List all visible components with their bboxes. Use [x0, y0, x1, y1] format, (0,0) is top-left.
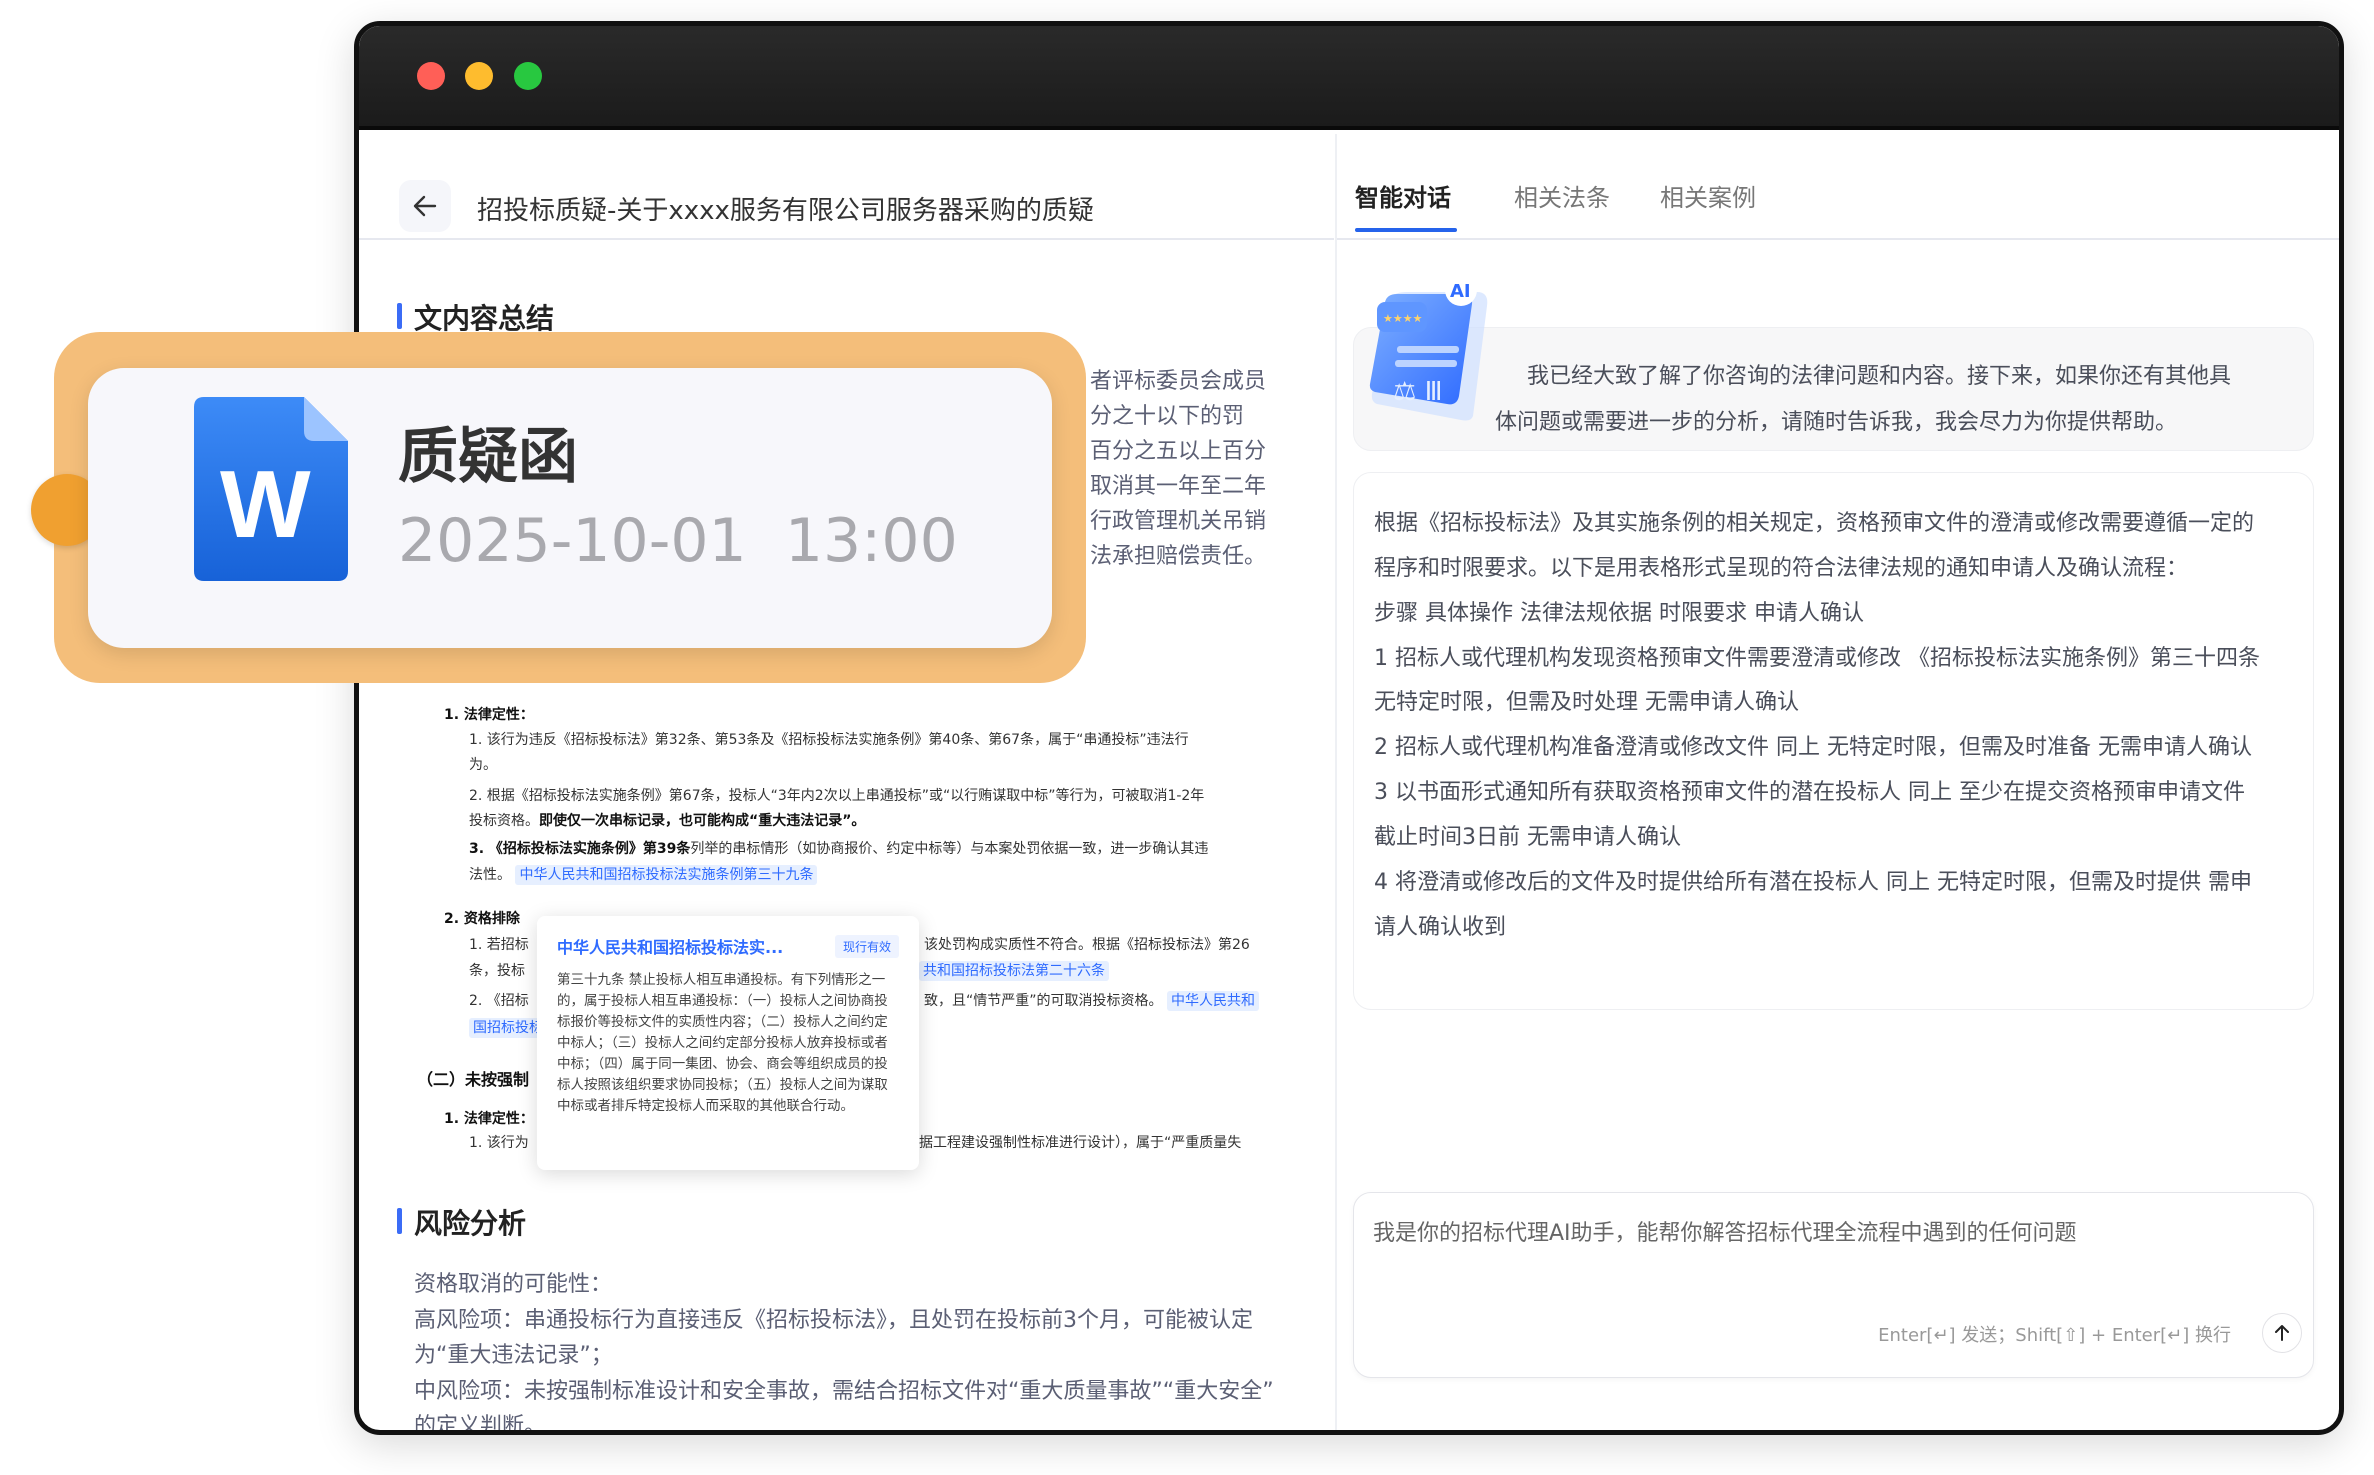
excerpt-line: 1. 该行为 — [469, 1135, 529, 1151]
chat-panel: 智能对话 相关法条 相关案例 我已经大致了解了你咨询的法律问题和内容。接下来，如… — [1335, 134, 2339, 1430]
section-heading-risk: 风险分析 — [396, 1202, 526, 1242]
law-reference-tag[interactable]: 中华人民共和 — [1166, 991, 1259, 1011]
ai-legal-document-icon: ★★★★ ⚖ Ⅲ AI — [1369, 274, 1488, 421]
risk-text: 资格取消的可能性： 高风险项：串通投标行为直接违反《招标投标法》，且处罚在投标前… — [414, 1267, 1274, 1435]
greeting-line: 体问题或需要进一步的分析，请随时告诉我，我会尽力为你提供帮助。 — [1495, 410, 2178, 435]
excerpt-text: 致，且“情节严重”的可取消投标资格。 — [924, 993, 1163, 1009]
maximize-window-button[interactable] — [514, 62, 542, 90]
risk-line: 的定义判断。 — [414, 1414, 547, 1435]
excerpt-line: 3. 《招标投标法实施条例》第39条列举的串标情形（如协商报价、约定中标等）与本… — [469, 838, 1208, 858]
excerpt-line: 致，且“情节严重”的可取消投标资格。 中华人民共和 — [924, 990, 1259, 1011]
excerpt-line: 条，投标 — [469, 963, 525, 979]
answer-line: 请人确认收到 — [1374, 915, 1507, 940]
word-document-icon: W — [194, 397, 348, 581]
excerpt-heading: （二）未按强制 — [417, 1070, 530, 1089]
answer-line: 步骤 具体操作 法律法规依据 时限要求 申请人确认 — [1374, 601, 1864, 626]
excerpt-text: 投标资格。 — [469, 813, 539, 829]
greeting-line: 我已经大致了解了你咨询的法律问题和内容。接下来，如果你还有其他具 — [1527, 364, 2232, 389]
answer-line: 2 招标人或代理机构准备澄清或修改文件 同上 无特定时限，但需及时准备 无需申请… — [1374, 735, 2252, 760]
answer-line: 4 将澄清或修改后的文件及时提供给所有潜在投标人 同上 无特定时限，但需及时提供… — [1374, 870, 2252, 895]
excerpt-line: 1. 该行为违反《招标投标法》第32条、第53条及《招标投标法实施条例》第40条… — [469, 732, 1189, 748]
excerpt-bold: 即使仅一次串标记录，也可能构成“重大违法记录”。 — [539, 813, 866, 829]
excerpt-bold: 3. 《招标投标法实施条例》第39条 — [469, 841, 691, 857]
tabs-divider — [1337, 238, 2339, 240]
answer-line: 无特定时限，但需及时处理 无需申请人确认 — [1374, 690, 1799, 715]
file-card[interactable]: W 质疑函 2025-10-01 13:00 — [88, 368, 1052, 648]
excerpt-line: 投标资格。即使仅一次串标记录，也可能构成“重大违法记录”。 — [469, 810, 865, 830]
status-badge: 现行有效 — [834, 934, 899, 958]
file-datetime: 2025-10-01 13:00 — [398, 506, 958, 576]
popup-body: 第三十九条 禁止投标人相互串通投标。有下列情形之一的，属于投标人相互串通投标：（… — [557, 972, 888, 1114]
risk-line: 资格取消的可能性： — [414, 1272, 613, 1297]
law-reference-tag[interactable]: 共和国招标投标法第二十六条 — [919, 961, 1109, 981]
svg-text:AI: AI — [1450, 281, 1471, 302]
app-window: 招投标质疑-关于xxxx服务有限公司服务器采购的质疑 文内容总结 者评标委员会成… — [354, 21, 2344, 1435]
file-name: 质疑函 — [398, 422, 578, 492]
law-preview-popup: 中华人民共和国招标投标法实... 现行有效 第三十九条 禁止投标人相互串通投标。… — [537, 916, 919, 1170]
answer-line: 1 招标人或代理机构发现资格预审文件需要澄清或修改 《招标投标法实施条例》第三十… — [1374, 646, 2260, 671]
excerpt-line: 2. 《招标 — [469, 993, 529, 1009]
embedded-document-excerpt: 1. 法律定性： 1. 该行为违反《招标投标法》第32条、第53条及《招标投标法… — [359, 134, 1334, 1234]
excerpt-line: 该处罚构成实质性不符合。根据《招标投标法》第26 — [924, 937, 1250, 953]
excerpt-heading: 1. 法律定性： — [444, 1111, 534, 1127]
risk-line: 高风险项：串通投标行为直接违反《招标投标法》，且处罚在投标前3个月，可能被认定 — [414, 1307, 1253, 1333]
excerpt-text: 法性。 — [469, 867, 511, 883]
answer-line: 根据《招标投标法》及其实施条例的相关规定，资格预审文件的澄清或修改需要遵循一定的 — [1374, 511, 2255, 536]
tab-related-cases[interactable]: 相关案例 — [1660, 178, 1756, 213]
svg-text:★★★★: ★★★★ — [1383, 312, 1423, 325]
assistant-answer-bubble: 根据《招标投标法》及其实施条例的相关规定，资格预审文件的澄清或修改需要遵循一定的… — [1353, 472, 2314, 1010]
tab-related-laws[interactable]: 相关法条 — [1514, 178, 1610, 213]
chat-input-placeholder[interactable]: 我是你的招标代理AI助手，能帮你解答招标代理全流程中遇到的任何问题 — [1373, 1215, 2077, 1247]
excerpt-heading: 2. 资格排除 — [444, 911, 520, 927]
chat-input-box[interactable]: 我是你的招标代理AI助手，能帮你解答招标代理全流程中遇到的任何问题 Enter[… — [1353, 1192, 2314, 1378]
risk-line: 中风险项：未按强制标准设计和安全事故，需结合招标文件对“重大质量事故”“重大安全… — [414, 1378, 1274, 1404]
law-reference-tag[interactable]: 国招标投标 — [469, 1018, 547, 1038]
arrow-up-icon — [2275, 1325, 2289, 1341]
answer-line: 3 以书面形式通知所有获取资格预审文件的潜在投标人 同上 至少在提交资格预审申请… — [1374, 780, 2245, 805]
close-window-button[interactable] — [417, 62, 445, 90]
keyboard-hint: Enter[↵] 发送；Shift[⇧] + Enter[↵] 换行 — [1878, 1325, 2231, 1346]
excerpt-line: 2. 根据《招标投标法实施条例》第67条，投标人“3年内2次以上串通投标”或“以… — [469, 788, 1205, 804]
excerpt-line: 为。 — [469, 757, 497, 773]
svg-text:⚖ Ⅲ: ⚖ Ⅲ — [1393, 377, 1443, 407]
minimize-window-button[interactable] — [465, 62, 493, 90]
popup-title[interactable]: 中华人民共和国招标投标法实... — [557, 934, 783, 958]
excerpt-line: 法性。 中华人民共和国招标投标法实施条例第三十九条 — [469, 864, 818, 885]
tab-smart-chat[interactable]: 智能对话 — [1355, 178, 1451, 213]
answer-line: 截止时间3日前 无需申请人确认 — [1374, 825, 1681, 850]
svg-text:W: W — [220, 451, 311, 558]
title-bar — [359, 26, 2339, 130]
excerpt-line: 1. 若招标 — [469, 937, 529, 953]
risk-line: 为“重大违法记录”； — [414, 1343, 613, 1368]
document-panel: 招投标质疑-关于xxxx服务有限公司服务器采购的质疑 文内容总结 者评标委员会成… — [359, 134, 1334, 1435]
answer-line: 程序和时限要求。以下是用表格形式呈现的符合法律法规的通知申请人及确认流程： — [1374, 556, 2189, 581]
law-reference-tag[interactable]: 中华人民共和国招标投标法实施条例第三十九条 — [515, 865, 818, 885]
excerpt-heading: 1. 法律定性： — [444, 707, 534, 723]
active-tab-indicator — [1355, 228, 1457, 232]
excerpt-text: 列举的串标情形（如协商报价、约定中标等）与本案处罚依据一致，进一步确认其违 — [690, 841, 1209, 857]
excerpt-line: 据工程建设强制性标准进行设计），属于“严重质量失 — [919, 1135, 1242, 1151]
send-button[interactable] — [2262, 1313, 2302, 1353]
